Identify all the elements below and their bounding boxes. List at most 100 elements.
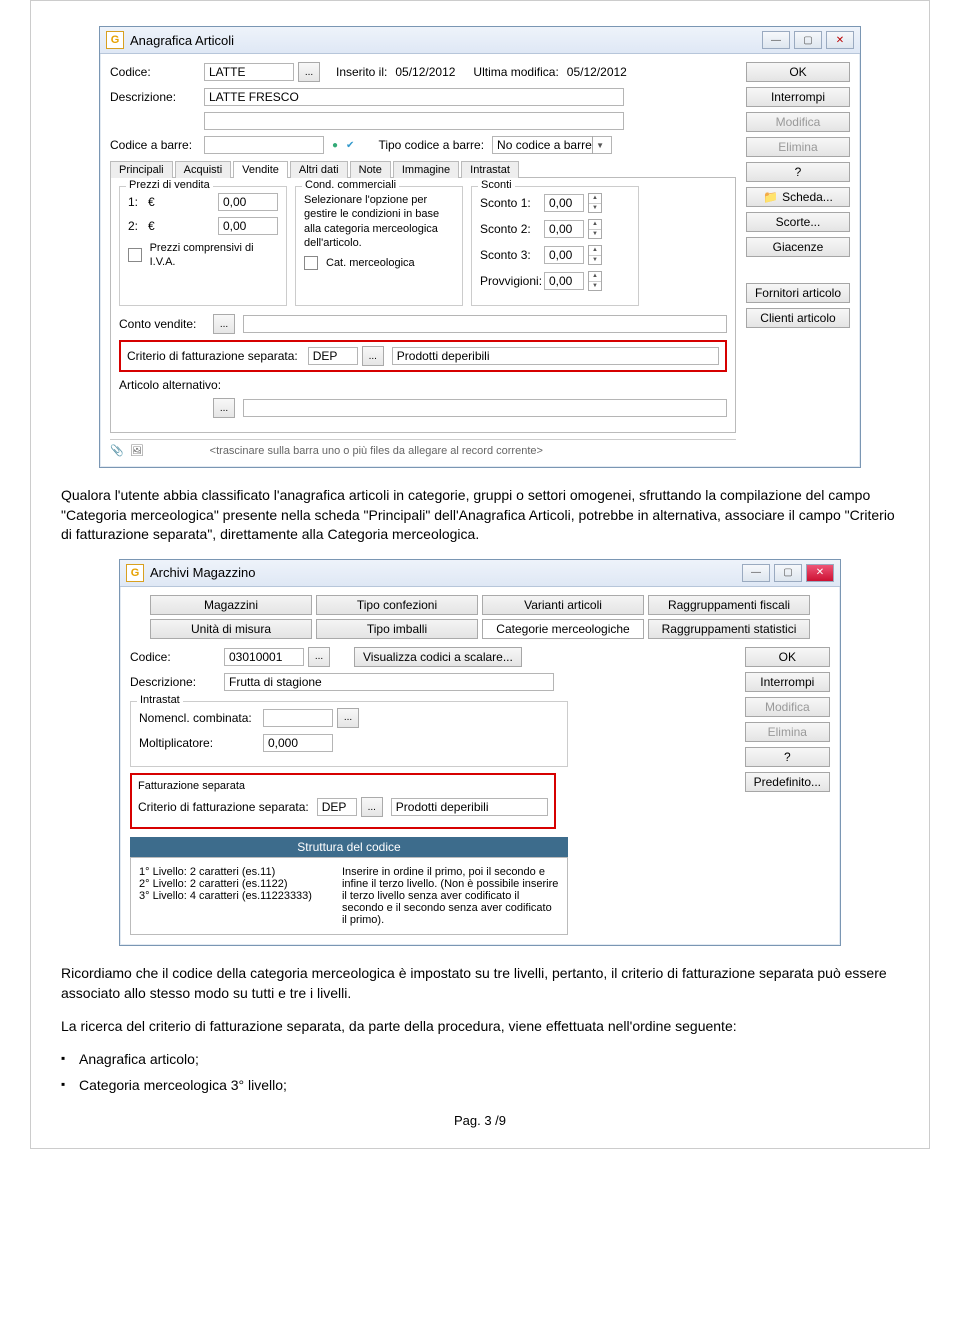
tab-varianti[interactable]: Varianti articoli <box>482 595 644 615</box>
conto-lookup[interactable]: ... <box>213 314 235 334</box>
criterio-label: Criterio di fatturazione separata: <box>127 349 298 363</box>
struttura-header: Struttura del codice <box>130 837 568 857</box>
tabs: Principali Acquisti Vendite Altri dati N… <box>110 160 736 178</box>
tab-intrastat[interactable]: Intrastat <box>461 161 519 178</box>
tipobarre-select[interactable]: No codice a barre▼ <box>492 136 612 154</box>
group-cond: Cond. commerciali Selezionare l'opzione … <box>295 186 463 306</box>
sconto2-input[interactable]: 0,00 <box>544 220 584 238</box>
barre-input[interactable] <box>204 136 324 154</box>
interrompi-button-2[interactable]: Interrompi <box>745 672 830 692</box>
ok-button-2[interactable]: OK <box>745 647 830 667</box>
maximize-icon[interactable]: ▢ <box>774 564 802 582</box>
group-sconti: Sconti Sconto 1:0,00▲▼ Sconto 2:0,00▲▼ S… <box>471 186 639 306</box>
tab-magazzini[interactable]: Magazzini <box>150 595 312 615</box>
inserito-label: Inserito il: <box>336 65 387 79</box>
tab-altri[interactable]: Altri dati <box>290 161 348 178</box>
close-icon[interactable]: ✕ <box>806 564 834 582</box>
codice-input-2[interactable]: 03010001 <box>224 648 304 666</box>
giacenze-button[interactable]: Giacenze <box>746 237 850 257</box>
clienti-button[interactable]: Clienti articolo <box>746 308 850 328</box>
elimina-button-2[interactable]: Elimina <box>745 722 830 742</box>
criterio-highlight: Criterio di fatturazione separata: DEP .… <box>119 340 727 372</box>
fatturazione-highlight: Fatturazione separata Criterio di fattur… <box>130 773 556 829</box>
codice-input[interactable]: LATTE <box>204 63 294 81</box>
document-page: G Anagrafica Articoli — ▢ ✕ Codice: LATT… <box>30 0 930 1149</box>
tab-catmerc[interactable]: Categorie merceologiche <box>482 619 644 639</box>
spinner[interactable]: ▲▼ <box>588 193 602 213</box>
desc-input-2[interactable]: Frutta di stagione <box>224 673 554 691</box>
conto-input[interactable] <box>243 315 727 333</box>
lookup-button[interactable]: ... <box>298 62 320 82</box>
help-button-2[interactable]: ? <box>745 747 830 767</box>
titlebar-2: G Archivi Magazzino — ▢ ✕ <box>120 560 840 587</box>
descrizione-label: Descrizione: <box>110 90 200 104</box>
scheda-button[interactable]: 📁Scheda... <box>746 187 850 207</box>
paragraph-1: Qualora l'utente abbia classificato l'an… <box>61 486 899 545</box>
alt-input[interactable] <box>243 399 727 417</box>
tab-immagine[interactable]: Immagine <box>393 161 459 178</box>
ok-button[interactable]: OK <box>746 62 850 82</box>
codice-label-2: Codice: <box>130 650 220 664</box>
predefinito-button[interactable]: Predefinito... <box>745 772 830 792</box>
prezzo2-input[interactable]: 0,00 <box>218 217 278 235</box>
criterio-code-2[interactable]: DEP <box>317 798 357 816</box>
prezzo1-input[interactable]: 0,00 <box>218 193 278 211</box>
tab-imballi[interactable]: Tipo imballi <box>316 619 478 639</box>
criterio-desc: Prodotti deperibili <box>392 347 719 365</box>
folder-icon: 📁 <box>763 190 778 204</box>
list-item: Categoria merceologica 3° livello; <box>61 1077 899 1093</box>
desc-label-2: Descrizione: <box>130 675 220 689</box>
minimize-icon[interactable]: — <box>762 31 790 49</box>
window-anagrafica: G Anagrafica Articoli — ▢ ✕ Codice: LATT… <box>99 26 861 468</box>
tab-vendite[interactable]: Vendite <box>233 161 288 178</box>
nomencl-input[interactable] <box>263 709 333 727</box>
elimina-button[interactable]: Elimina <box>746 137 850 157</box>
help-button[interactable]: ? <box>746 162 850 182</box>
descrizione2-input[interactable] <box>204 112 624 130</box>
tab-principali[interactable]: Principali <box>110 161 173 178</box>
window-archivi: G Archivi Magazzino — ▢ ✕ Magazzini Tipo… <box>119 559 841 946</box>
group-intrastat: Intrastat Nomencl. combinata:... Moltipl… <box>130 701 568 767</box>
attachment-bar[interactable]: 📎 🖼 <trascinare sulla barra uno o più fi… <box>110 439 736 457</box>
maximize-icon[interactable]: ▢ <box>794 31 822 49</box>
criterio-lookup[interactable]: ... <box>362 346 384 366</box>
molt-input[interactable]: 0,000 <box>263 734 333 752</box>
barre-label: Codice a barre: <box>110 138 200 152</box>
provv-input[interactable]: 0,00 <box>544 272 584 290</box>
tab-note[interactable]: Note <box>350 161 391 178</box>
alt-lookup[interactable]: ... <box>213 398 235 418</box>
close-icon[interactable]: ✕ <box>826 31 854 49</box>
group-prezzi: Prezzi di vendita 1: €0,00 2: €0,00 Prez… <box>119 186 287 306</box>
fornitori-button[interactable]: Fornitori articolo <box>746 283 850 303</box>
tab-raggstat[interactable]: Raggruppamenti statistici <box>648 619 810 639</box>
criterio-desc-2: Prodotti deperibili <box>391 798 548 816</box>
tab-confezioni[interactable]: Tipo confezioni <box>316 595 478 615</box>
modifica-button[interactable]: Modifica <box>746 112 850 132</box>
sconto3-input[interactable]: 0,00 <box>544 246 584 264</box>
inserito-value: 05/12/2012 <box>395 65 455 79</box>
scorte-button[interactable]: Scorte... <box>746 212 850 232</box>
tab-raggfisc[interactable]: Raggruppamenti fiscali <box>648 595 810 615</box>
image-icon: 🖼 <box>130 444 144 457</box>
interrompi-button[interactable]: Interrompi <box>746 87 850 107</box>
window-title: Anagrafica Articoli <box>130 33 234 48</box>
app-icon: G <box>106 31 124 49</box>
catmerc-checkbox[interactable] <box>304 256 318 270</box>
criterio-label-2: Criterio di fatturazione separata: <box>138 800 309 814</box>
tab-acquisti[interactable]: Acquisti <box>175 161 232 178</box>
lookup-button[interactable]: ... <box>308 647 330 667</box>
tab-unita[interactable]: Unità di misura <box>150 619 312 639</box>
page-number: Pag. 3 /9 <box>61 1113 899 1128</box>
iva-checkbox[interactable] <box>128 248 142 262</box>
app-icon: G <box>126 564 144 582</box>
descrizione-input[interactable]: LATTE FRESCO <box>204 88 624 106</box>
modifica-value: 05/12/2012 <box>567 65 627 79</box>
tab-grid: Magazzini Tipo confezioni Varianti artic… <box>130 595 830 639</box>
visualizza-button[interactable]: Visualizza codici a scalare... <box>354 647 522 667</box>
titlebar: G Anagrafica Articoli — ▢ ✕ <box>100 27 860 54</box>
list-item: Anagrafica articolo; <box>61 1051 899 1067</box>
modifica-button-2[interactable]: Modifica <box>745 697 830 717</box>
criterio-code[interactable]: DEP <box>308 347 358 365</box>
minimize-icon[interactable]: — <box>742 564 770 582</box>
sconto1-input[interactable]: 0,00 <box>544 194 584 212</box>
